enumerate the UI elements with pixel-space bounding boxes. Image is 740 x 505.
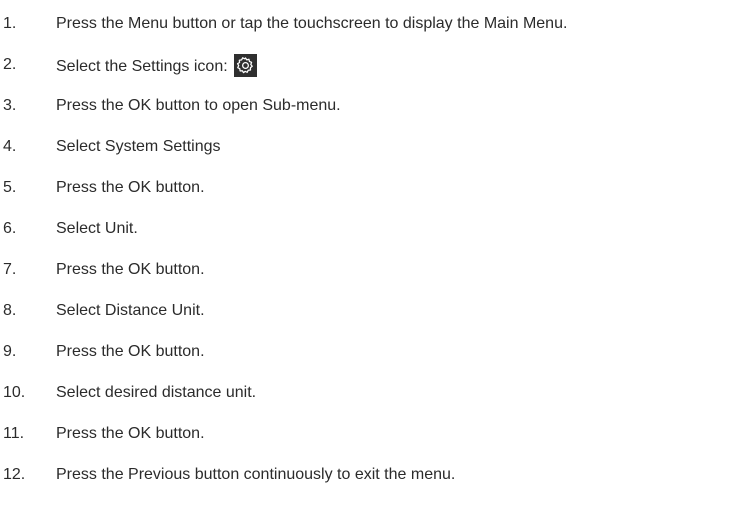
step-number: 5.	[3, 179, 17, 196]
step-item: 8. Select Distance Unit.	[0, 300, 740, 341]
step-number: 12.	[3, 466, 26, 483]
step-item: 1. Press the Menu button or tap the touc…	[0, 13, 740, 54]
step-text: Press the OK button.	[56, 261, 205, 278]
step-number: 9.	[3, 343, 17, 360]
step-item: 2. Select the Settings icon:	[0, 54, 740, 95]
step-text: Select Distance Unit.	[56, 302, 205, 319]
step-text-with-icon: Select the Settings icon:	[56, 54, 257, 78]
step-item: 9. Press the OK button.	[0, 341, 740, 382]
step-number: 7.	[3, 261, 17, 278]
step-text: Select System Settings	[56, 138, 221, 155]
step-text: Select Unit.	[56, 220, 138, 237]
step-text: Select desired distance unit.	[56, 384, 257, 401]
step-item: 10. Select desired distance unit.	[0, 382, 740, 423]
instruction-steps-list: 1. Press the Menu button or tap the touc…	[0, 13, 740, 505]
step-number: 6.	[3, 220, 17, 237]
step-number: 2.	[3, 56, 17, 73]
step-text: Press the OK button.	[56, 343, 205, 360]
step-number: 1.	[3, 15, 17, 32]
step-item: 4. Select System Settings	[0, 136, 740, 177]
step-item: 5. Press the OK button.	[0, 177, 740, 218]
step-text: Press the Previous button continuously t…	[56, 466, 456, 483]
step-item: 11. Press the OK button.	[0, 423, 740, 464]
step-item: 12. Press the Previous button continuous…	[0, 464, 740, 505]
step-item: 6. Select Unit.	[0, 218, 740, 259]
step-text: Press the OK button.	[56, 425, 205, 442]
step-number: 4.	[3, 138, 17, 155]
step-number: 10.	[3, 384, 26, 401]
step-number: 3.	[3, 97, 17, 114]
step-item: 7. Press the OK button.	[0, 259, 740, 300]
step-text: Press the OK button.	[56, 179, 205, 196]
settings-gear-icon	[233, 54, 257, 77]
step-number: 11.	[3, 425, 25, 442]
step-text: Press the Menu button or tap the touchsc…	[56, 15, 568, 32]
step-text: Press the OK button to open Sub-menu.	[56, 97, 341, 114]
step-text: Select the Settings icon:	[56, 58, 228, 75]
step-item: 3. Press the OK button to open Sub-menu.	[0, 95, 740, 136]
step-number: 8.	[3, 302, 17, 319]
